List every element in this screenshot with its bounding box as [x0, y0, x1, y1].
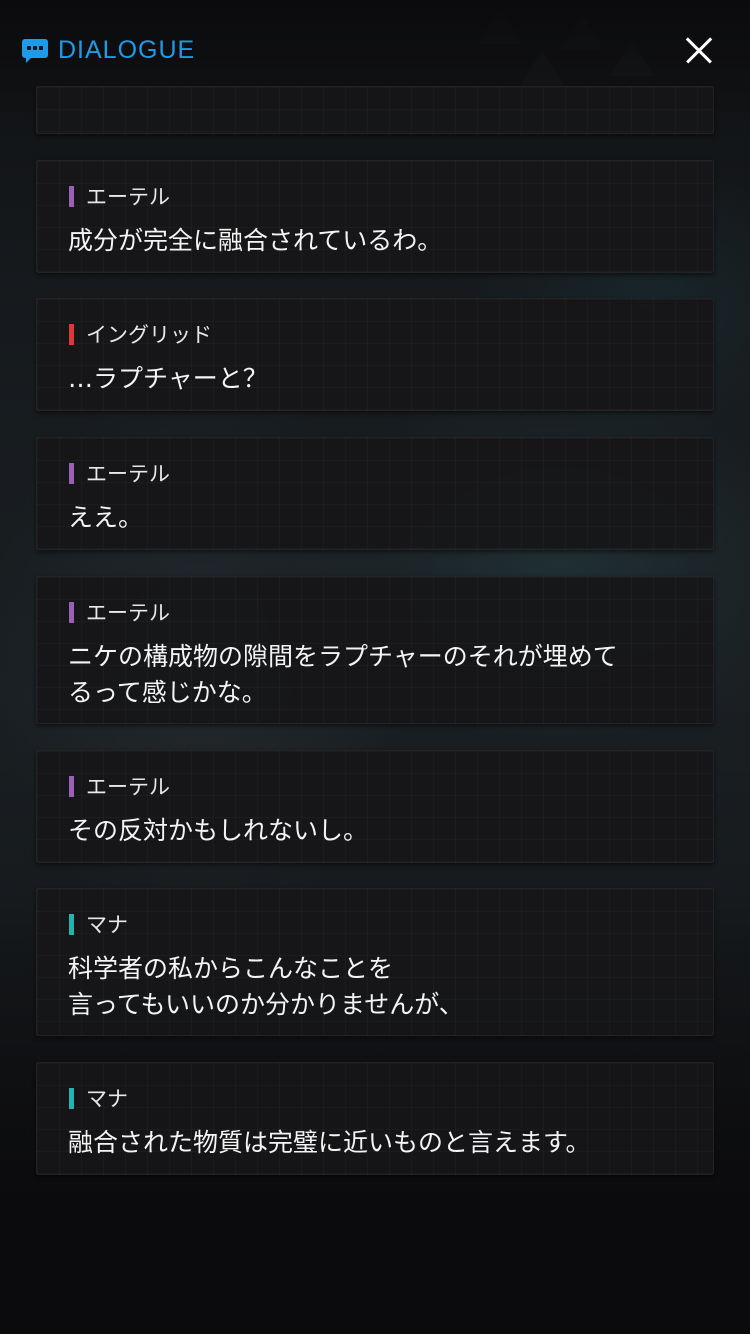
speaker-name: マナ [86, 913, 128, 937]
speaker-color-bar [69, 185, 74, 207]
speaker: マナ [69, 909, 128, 939]
speaker-name: エーテル [86, 775, 170, 799]
title-group: DIALOGUE [22, 36, 195, 65]
speaker: イングリッド [69, 319, 212, 349]
dialogue-text: ええ。 [68, 503, 144, 532]
speaker: エーテル [69, 771, 170, 801]
speaker-name: エーテル [86, 601, 170, 625]
page-title: DIALOGUE [58, 36, 196, 64]
speaker-color-bar [69, 913, 74, 935]
speaker: マナ [69, 1083, 128, 1113]
speaker-name: イングリッド [86, 323, 212, 347]
dialogue-text: ニケの構成物の隙間をラプチャーのそれが埋めて るって感じかな。 [68, 642, 618, 707]
close-button[interactable] [676, 28, 722, 74]
dialogue-header: DIALOGUE [0, 0, 750, 100]
dialogue-card: エーテル 成分が完全に融合されているわ。 [36, 160, 714, 273]
chat-bubble-icon [22, 38, 48, 63]
speaker-color-bar [69, 775, 74, 797]
dialogue-text: 科学者の私からこんなことを 言ってもいいのか分かりませんが、 [68, 954, 464, 1019]
speaker-name: エーテル [86, 462, 170, 486]
dialogue-card: マナ 科学者の私からこんなことを 言ってもいいのか分かりませんが、 [36, 888, 714, 1036]
dialogue-card: エーテル その反対かもしれないし。 [36, 750, 714, 863]
dialogue-card: イングリッド …ラプチャーと？ [36, 298, 714, 411]
speaker-color-bar [69, 1087, 74, 1109]
speaker-color-bar [69, 462, 74, 484]
speaker-color-bar [69, 323, 74, 345]
dialogue-text: 融合された物質は完璧に近いものと言えます。 [68, 1128, 591, 1157]
speaker: エーテル [69, 458, 170, 488]
dialogue-text: 成分が完全に融合されているわ。 [68, 226, 443, 255]
dialogue-text: その反対かもしれないし。 [68, 816, 369, 845]
dialogue-card: エーテル ニケの構成物の隙間をラプチャーのそれが埋めて るって感じかな。 [36, 576, 714, 724]
speaker: エーテル [69, 181, 170, 211]
dialogue-card: マナ 融合された物質は完璧に近いものと言えます。 [36, 1062, 714, 1175]
speaker: エーテル [69, 597, 170, 627]
dialogue-card: エーテル ええ。 [36, 437, 714, 550]
speaker-name: エーテル [86, 185, 170, 209]
speaker-color-bar [69, 601, 74, 623]
speaker-name: マナ [86, 1087, 128, 1111]
dialogue-text: …ラプチャーと？ [68, 364, 268, 393]
